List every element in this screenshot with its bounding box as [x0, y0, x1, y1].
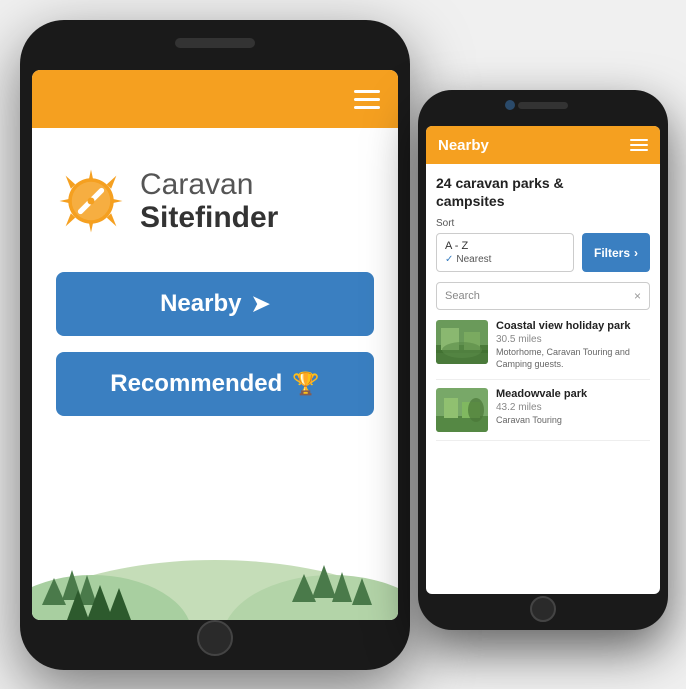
- logo-caravan-text: Caravan: [140, 168, 278, 201]
- small-screen: Nearby 24 caravan parks & campsites Sort…: [426, 126, 660, 594]
- trophy-icon: 🏆: [292, 371, 319, 397]
- scene: Caravan Sitefinder Nearby ➤ Recommended …: [0, 0, 686, 689]
- park-image-2: [436, 388, 488, 432]
- logo-area: Caravan Sitefinder: [56, 166, 374, 236]
- small-phone: Nearby 24 caravan parks & campsites Sort…: [418, 90, 668, 630]
- park-type-1: Motorhome, Caravan Touring and Camping g…: [496, 347, 650, 370]
- sort-filter-row: A - Z ✓ Nearest Filters ›: [436, 233, 650, 272]
- parks-count: 24 caravan parks & campsites: [436, 174, 650, 210]
- park-item-2[interactable]: Meadowvale park 43.2 miles Caravan Touri…: [436, 388, 650, 441]
- filters-button[interactable]: Filters ›: [582, 233, 650, 272]
- search-bar[interactable]: Search ×: [436, 282, 650, 310]
- park-name-2: Meadowvale park: [496, 388, 650, 400]
- navigate-icon: ➤: [251, 291, 269, 317]
- sort-label: Sort: [436, 218, 650, 229]
- hamburger-icon[interactable]: [354, 90, 380, 109]
- small-home-button[interactable]: [530, 596, 556, 622]
- landscape-hills: [32, 490, 398, 620]
- clear-search-icon[interactable]: ×: [634, 289, 641, 303]
- park-name-1: Coastal view holiday park: [496, 320, 650, 332]
- check-icon: ✓: [445, 254, 453, 265]
- small-hamburger-icon[interactable]: [630, 139, 648, 151]
- large-home-button[interactable]: [197, 620, 233, 656]
- logo-text: Caravan Sitefinder: [140, 168, 278, 234]
- park-info-1: Coastal view holiday park 30.5 miles Mot…: [496, 320, 650, 370]
- large-screen: Caravan Sitefinder Nearby ➤ Recommended …: [32, 70, 398, 620]
- nearby-button[interactable]: Nearby ➤: [56, 272, 374, 336]
- recommended-button[interactable]: Recommended 🏆: [56, 352, 374, 416]
- small-body: 24 caravan parks & campsites Sort A - Z …: [426, 164, 660, 594]
- park-distance-1: 30.5 miles: [496, 334, 650, 345]
- nearby-label: Nearby: [160, 290, 241, 318]
- small-speaker: [518, 102, 568, 109]
- park-info-2: Meadowvale park 43.2 miles Caravan Touri…: [496, 388, 650, 432]
- park-item-1[interactable]: Coastal view holiday park 30.5 miles Mot…: [436, 320, 650, 379]
- park-image-1: [436, 320, 488, 364]
- small-camera: [505, 100, 515, 110]
- large-phone: Caravan Sitefinder Nearby ➤ Recommended …: [20, 20, 410, 670]
- park-distance-2: 43.2 miles: [496, 402, 650, 413]
- logo-sitefinder-text: Sitefinder: [140, 201, 278, 234]
- large-body: Caravan Sitefinder Nearby ➤ Recommended …: [32, 128, 398, 620]
- small-header-title: Nearby: [438, 137, 489, 154]
- sort-box[interactable]: A - Z ✓ Nearest: [436, 233, 574, 272]
- small-header: Nearby: [426, 126, 660, 164]
- recommended-label: Recommended: [110, 370, 282, 398]
- large-header: [32, 70, 398, 128]
- large-speaker: [175, 38, 255, 48]
- logo-icon: [56, 166, 126, 236]
- sort-az-option: A - Z: [445, 240, 565, 252]
- sort-nearest-option: ✓ Nearest: [445, 254, 565, 265]
- chevron-right-icon: ›: [634, 246, 638, 260]
- park-type-2: Caravan Touring: [496, 415, 650, 427]
- search-placeholder: Search: [445, 290, 480, 302]
